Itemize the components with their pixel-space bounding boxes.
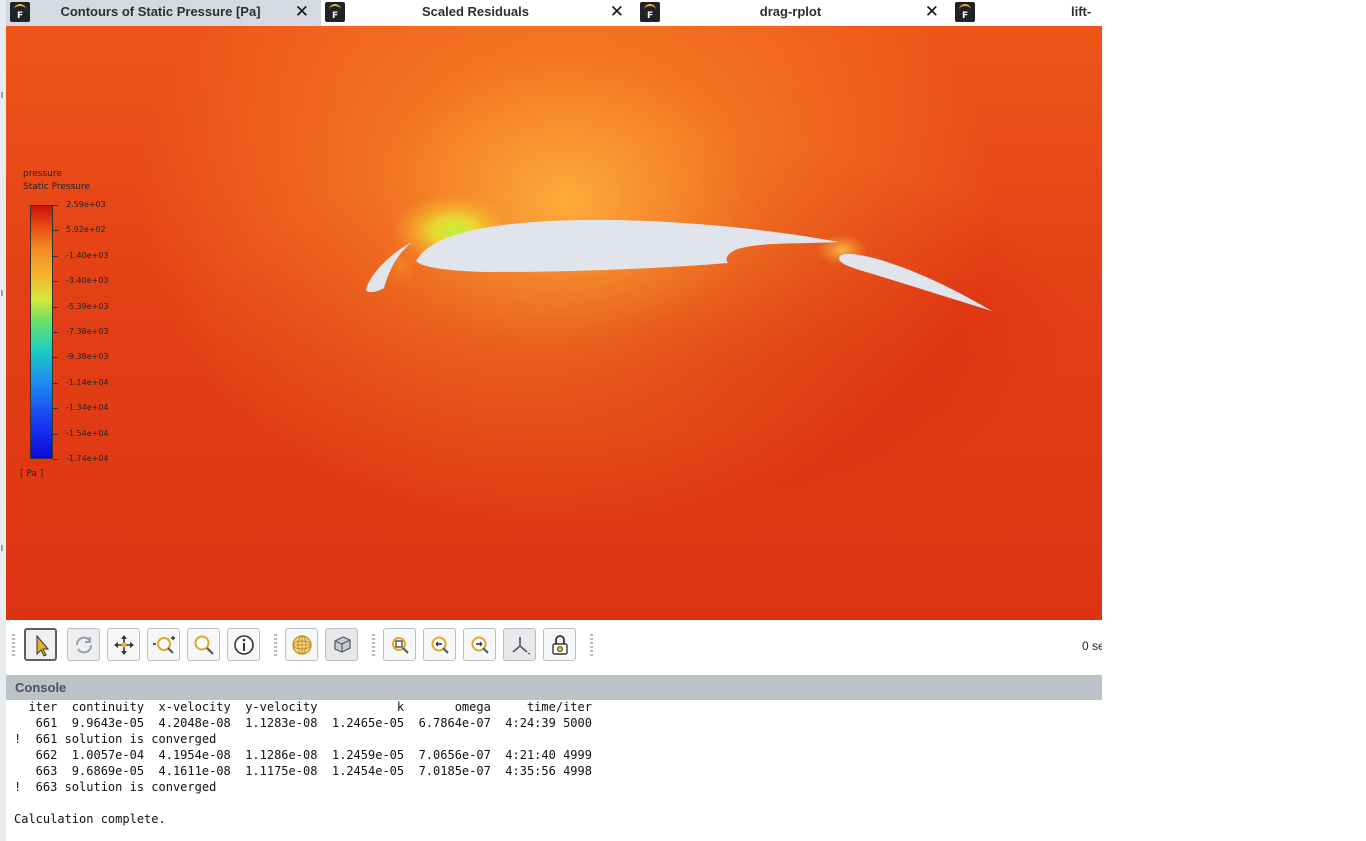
- cube-view-icon: [334, 636, 351, 653]
- close-icon[interactable]: ✕: [295, 2, 309, 22]
- colorbar-tick-label: 2.59e+03: [66, 200, 106, 209]
- panel-edge-marker: [1, 290, 3, 296]
- fluent-icon: [955, 2, 975, 22]
- console-title: Console: [15, 680, 67, 695]
- trailing-edge-flap: [839, 253, 992, 311]
- fluent-icon: [640, 2, 660, 22]
- console-line: ! 663 solution is converged: [14, 780, 217, 794]
- colorbar-tick: [53, 255, 58, 257]
- colorbar-tick: [53, 408, 58, 410]
- rotate-view-button[interactable]: [67, 628, 100, 661]
- colorbar-tick: [53, 459, 58, 460]
- colorbar-tick-label: -1.74e+04: [66, 454, 109, 463]
- pan-button[interactable]: [107, 628, 140, 661]
- close-icon[interactable]: ✕: [610, 2, 624, 22]
- console-output[interactable]: iter continuity x-velocity y-velocity k …: [6, 700, 1102, 841]
- console-line: iter continuity x-velocity y-velocity k …: [14, 700, 592, 714]
- pressure-colorbar: [30, 205, 53, 459]
- fluent-icon: [325, 2, 345, 22]
- tab-drag-rplot[interactable]: drag-rplot ✕: [636, 0, 951, 26]
- colorbar-tick-label: -1.34e+04: [66, 403, 109, 413]
- panel-edge-marker: [1, 92, 3, 98]
- fluent-icon: [10, 2, 30, 22]
- lock-icon: [552, 635, 568, 655]
- console-line: 661 9.9643e-05 4.2048e-08 1.1283e-08 1.2…: [14, 716, 592, 730]
- panel-edge-marker: [1, 545, 3, 551]
- colorbar-tick: [53, 357, 58, 359]
- colorbar-tick-label: -1.40e+03: [66, 250, 109, 260]
- mesh-sphere-icon: [292, 635, 312, 655]
- toolbar-grip[interactable]: [372, 634, 375, 656]
- pointer-icon: [36, 634, 50, 657]
- lock-view-button[interactable]: [543, 628, 576, 661]
- zoom-out-button[interactable]: [423, 628, 456, 661]
- fit-to-window-button[interactable]: [383, 628, 416, 661]
- magnifier-icon: [194, 635, 214, 655]
- colorbar-tick-label: -1.54e+04: [66, 428, 109, 438]
- zoom-in-out-button[interactable]: [147, 628, 180, 661]
- toolbar-grip[interactable]: [12, 634, 15, 656]
- tab-scaled-residuals[interactable]: Scaled Residuals ✕: [321, 0, 636, 26]
- colorbar-tick: [53, 332, 58, 333]
- tab-label: lift-: [1071, 4, 1092, 19]
- tab-label: Contours of Static Pressure [Pa]: [60, 4, 261, 19]
- timer-readout: 0 se: [1082, 639, 1102, 653]
- legend-unit: [ Pa ]: [20, 469, 44, 479]
- info-icon: [234, 635, 254, 655]
- zoom-fit-icon: [392, 637, 409, 654]
- colorbar-tick: [53, 281, 58, 283]
- console-line: 663 9.6869e-05 4.1611e-08 1.1175e-08 1.2…: [14, 764, 592, 778]
- console-header: Console: [6, 675, 1102, 700]
- axes-button[interactable]: [503, 628, 536, 661]
- colorbar-tick: [53, 230, 58, 232]
- zoom-in-out-icon: [153, 636, 175, 654]
- console-line: 662 1.0057e-04 4.1954e-08 1.1286e-08 1.2…: [14, 748, 592, 762]
- colorbar-tick-label: -1.14e+04: [66, 377, 109, 387]
- colorbar-tick-label: 5.92e+02: [66, 225, 106, 235]
- console-line: ! 661 solution is converged: [14, 732, 217, 746]
- colorbar-tick: [53, 306, 58, 308]
- colorbar-tick: [53, 205, 58, 206]
- colorbar-tick: [53, 382, 58, 384]
- legend-title: pressure: [23, 169, 62, 179]
- console-line: Calculation complete.: [14, 812, 166, 826]
- tab-label: Scaled Residuals: [422, 4, 529, 19]
- view-box-button[interactable]: [325, 628, 358, 661]
- mesh-display-button[interactable]: [285, 628, 318, 661]
- tab-label: drag-rplot: [759, 4, 822, 19]
- rotate-icon: [76, 636, 92, 654]
- colorbar-tick-label: -3.40e+03: [66, 276, 109, 286]
- colorbar-tick: [53, 433, 58, 435]
- tab-lift-rplot[interactable]: lift-: [951, 0, 1102, 26]
- legend-subtitle: Static Pressure: [23, 182, 91, 192]
- toolbar-grip[interactable]: [274, 634, 277, 656]
- airfoil-contour-drawing: [366, 193, 992, 311]
- axes-icon: [512, 637, 531, 655]
- zoom-in-button[interactable]: [463, 628, 496, 661]
- toolbar-grip[interactable]: [590, 634, 593, 656]
- zoom-in-icon: [471, 636, 489, 654]
- probe-button[interactable]: [227, 628, 260, 661]
- zoom-to-area-button[interactable]: [187, 628, 220, 661]
- graphics-viewport[interactable]: pressure Static Pressure 2.59e+03 5.92e+0…: [6, 26, 1102, 620]
- zoom-out-icon: [431, 636, 449, 654]
- colorbar-tick-label: -9.38e+03: [66, 352, 109, 362]
- close-icon[interactable]: ✕: [925, 2, 939, 22]
- colorbar-tick-label: -7.38e+03: [66, 327, 109, 336]
- graphics-toolbar: 0 se: [6, 620, 1102, 674]
- pan-arrows-icon: [114, 635, 134, 655]
- colorbar-tick-label: -5.39e+03: [66, 301, 109, 311]
- select-pointer-button[interactable]: [24, 628, 57, 661]
- tab-contours-static-pressure[interactable]: Contours of Static Pressure [Pa] ✕: [6, 0, 321, 26]
- graphics-tab-bar: Contours of Static Pressure [Pa] ✕ Scale…: [6, 0, 1102, 26]
